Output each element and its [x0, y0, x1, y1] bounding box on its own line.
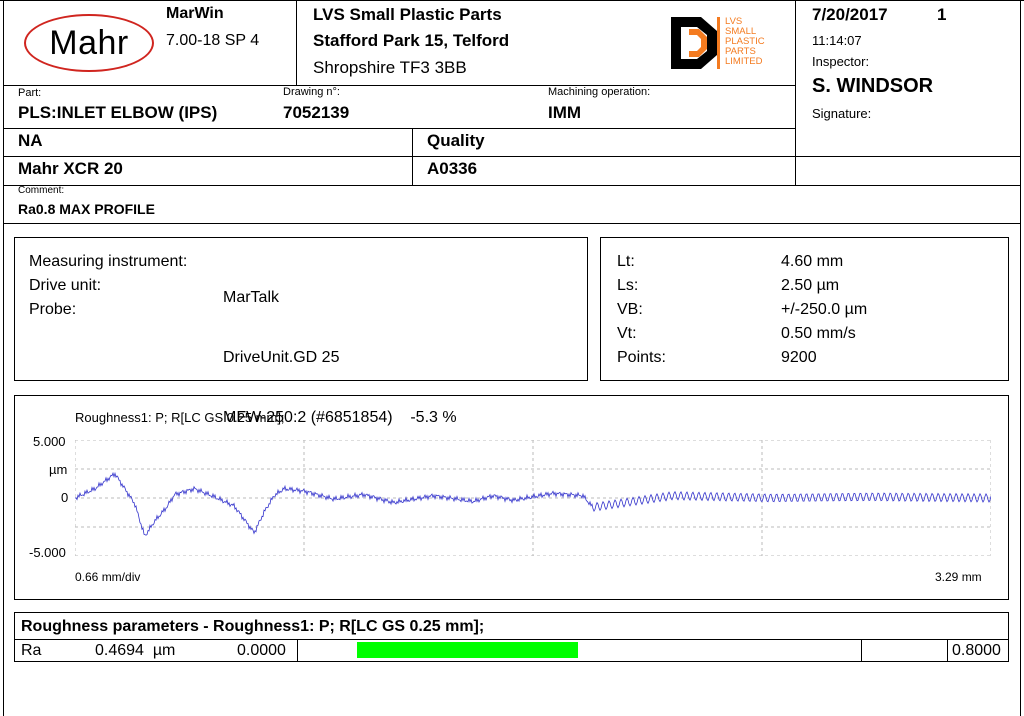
- instrument-panel: Measuring instrument: Drive unit: Probe:…: [14, 237, 588, 426]
- param-upper-limit: 0.8000: [952, 642, 1001, 659]
- drawing-label: Drawing n°:: [283, 86, 340, 98]
- comment-label: Comment:: [18, 185, 65, 196]
- software-name: MarWin: [166, 5, 224, 22]
- drive-unit-value: DriveUnit.GD 25: [223, 349, 340, 366]
- param-name: Ra: [21, 642, 42, 659]
- vb-label: VB:: [617, 301, 643, 318]
- param-value: 0.4694 µm: [95, 642, 176, 659]
- part-value: PLS:INLET ELBOW (IPS): [18, 103, 218, 122]
- operation-label: Machining operation:: [548, 86, 651, 98]
- drive-unit-label: Drive unit:: [29, 277, 102, 294]
- y-unit-label: µm: [49, 462, 68, 477]
- y-tick-bottom: -5.000: [29, 545, 66, 560]
- company-name: LVS Small Plastic Parts: [313, 5, 502, 24]
- page-number: 1: [937, 5, 947, 24]
- quality-label: Quality: [427, 131, 485, 150]
- na-label: NA: [18, 131, 43, 150]
- instrument-labels: Measuring instrument: Drive unit: Probe:: [29, 250, 187, 322]
- vb-value: +/-250.0 µm: [781, 301, 868, 318]
- y-tick-zero: 0: [61, 490, 69, 505]
- company-address-1: Stafford Park 15, Telford: [313, 31, 510, 50]
- report-time: 11:14:07: [812, 33, 862, 48]
- part-label: Part:: [18, 87, 42, 99]
- operation-value: IMM: [548, 103, 582, 122]
- settings-labels: Lt: Ls: VB: Vt: Points:: [617, 250, 666, 370]
- settings-panel: Lt: Ls: VB: Vt: Points: 4.60 mm 2.50 µm …: [600, 237, 1009, 381]
- inspector-name: S. WINDSOR: [812, 75, 934, 97]
- company-address-2: Shropshire TF3 3BB: [313, 58, 467, 77]
- lt-value: 4.60 mm: [781, 253, 844, 270]
- mahr-logo: Mahr: [24, 14, 154, 72]
- drawing-value: 7052139: [283, 103, 350, 122]
- comment-value: Ra0.8 MAX PROFILE: [18, 201, 155, 217]
- profile-chart-panel: Roughness1: P; R[LC GS 0.25 mm]; 5.000 µ…: [14, 395, 1009, 600]
- settings-values: 4.60 mm 2.50 µm +/-250.0 µm 0.50 mm/s 92…: [781, 250, 867, 370]
- vt-label: Vt:: [617, 325, 637, 342]
- vt-value: 0.50 mm/s: [781, 325, 856, 342]
- y-tick-top: 5.000: [33, 434, 66, 449]
- lt-label: Lt:: [617, 253, 635, 270]
- company-logo: LVS SMALL PLASTIC PARTS LIMITED: [671, 17, 771, 69]
- ls-value: 2.50 µm: [781, 277, 840, 294]
- profile-plot: [75, 440, 991, 556]
- signature-label: Signature:: [812, 106, 872, 121]
- param-lower-limit: 0.0000: [237, 642, 286, 659]
- logo-text: Mahr: [49, 23, 129, 62]
- probe-label: Probe:: [29, 301, 77, 318]
- company-logo-text: LVS SMALL PLASTIC PARTS LIMITED: [725, 16, 765, 67]
- param-progress-bar: [357, 642, 578, 658]
- points-label: Points:: [617, 349, 666, 366]
- x-end-label: 3.29 mm: [935, 570, 982, 584]
- quality-value: A0336: [427, 159, 478, 178]
- points-value: 9200: [781, 349, 817, 366]
- roughness-params-table: Roughness parameters - Roughness1: P; R[…: [14, 612, 1009, 662]
- ls-label: Ls:: [617, 277, 639, 294]
- instrument-label: Measuring instrument:: [29, 253, 188, 270]
- params-title: Roughness parameters - Roughness1: P; R[…: [21, 618, 485, 635]
- report-date: 7/20/2017: [812, 5, 888, 24]
- inspector-label: Inspector:: [812, 54, 870, 69]
- chart-title: Roughness1: P; R[LC GS 0.25 mm];: [75, 410, 285, 425]
- x-scale-label: 0.66 mm/div: [75, 570, 141, 584]
- instrument-model: Mahr XCR 20: [18, 159, 123, 178]
- instrument-value: MarTalk: [223, 289, 280, 306]
- software-version: 7.00-18 SP 4: [166, 32, 260, 49]
